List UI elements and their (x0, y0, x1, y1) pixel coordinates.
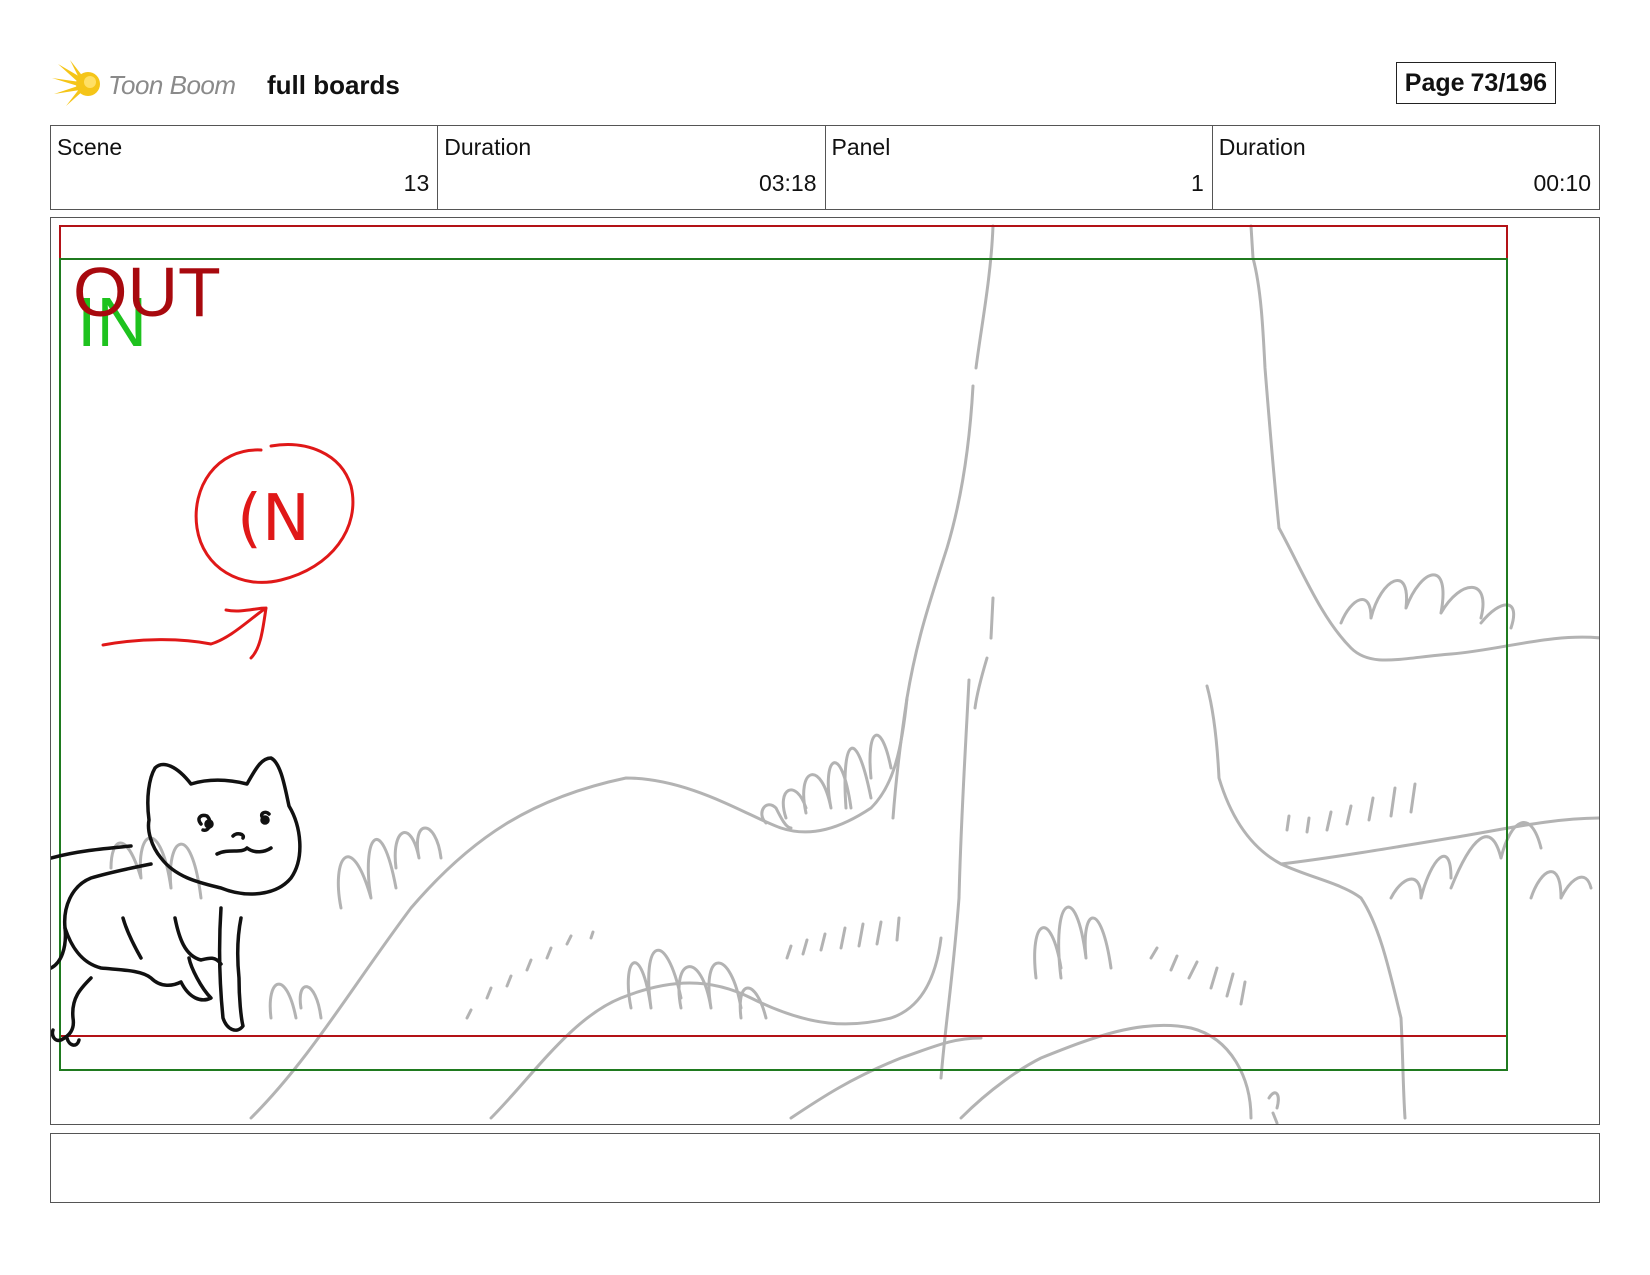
panel-label: Panel (831, 134, 891, 160)
panel-drawing: IN OUT (N (51, 224, 1599, 1124)
out-frame-label: OUT (73, 253, 221, 331)
move-in-annotation (101, 443, 355, 660)
scene-label: Scene (57, 134, 123, 160)
sketch-note: (N (237, 482, 310, 556)
page-value: 73/196 (1470, 69, 1547, 97)
page-header: Toon Boom full boards Page 73/196 (52, 56, 1604, 112)
panel-duration-value: 00:10 (1533, 170, 1591, 196)
scene-duration-value: 03:18 (758, 170, 817, 196)
panel-value: 1 (1190, 170, 1204, 196)
scene-duration-label: Duration (444, 134, 532, 160)
background-sketch (109, 224, 1599, 1124)
page-indicator: Page 73/196 (1395, 62, 1556, 104)
panel-info-table: Scene 13 Duration 03:18 Panel 1 Duration… (50, 125, 1600, 210)
scene-duration-cell: Duration 03:18 (438, 126, 826, 209)
board-title: full boards (267, 70, 400, 100)
cat-character (51, 756, 302, 1047)
page-label: Page (1404, 69, 1465, 97)
in-frame (59, 258, 1508, 1071)
panel-cell: Panel 1 (826, 126, 1213, 209)
panel-caption (50, 1133, 1600, 1203)
toon-boom-logo: Toon Boom (52, 56, 252, 112)
toon-boom-star-icon (52, 60, 100, 106)
panel-duration-cell: Duration 00:10 (1213, 126, 1599, 209)
scene-cell: Scene 13 (51, 126, 439, 209)
logo-text: Toon Boom (108, 70, 236, 100)
storyboard-panel: IN OUT (N (50, 217, 1600, 1125)
panel-duration-label: Duration (1218, 134, 1306, 160)
scene-value: 13 (403, 170, 430, 196)
out-frame (59, 225, 1508, 1037)
